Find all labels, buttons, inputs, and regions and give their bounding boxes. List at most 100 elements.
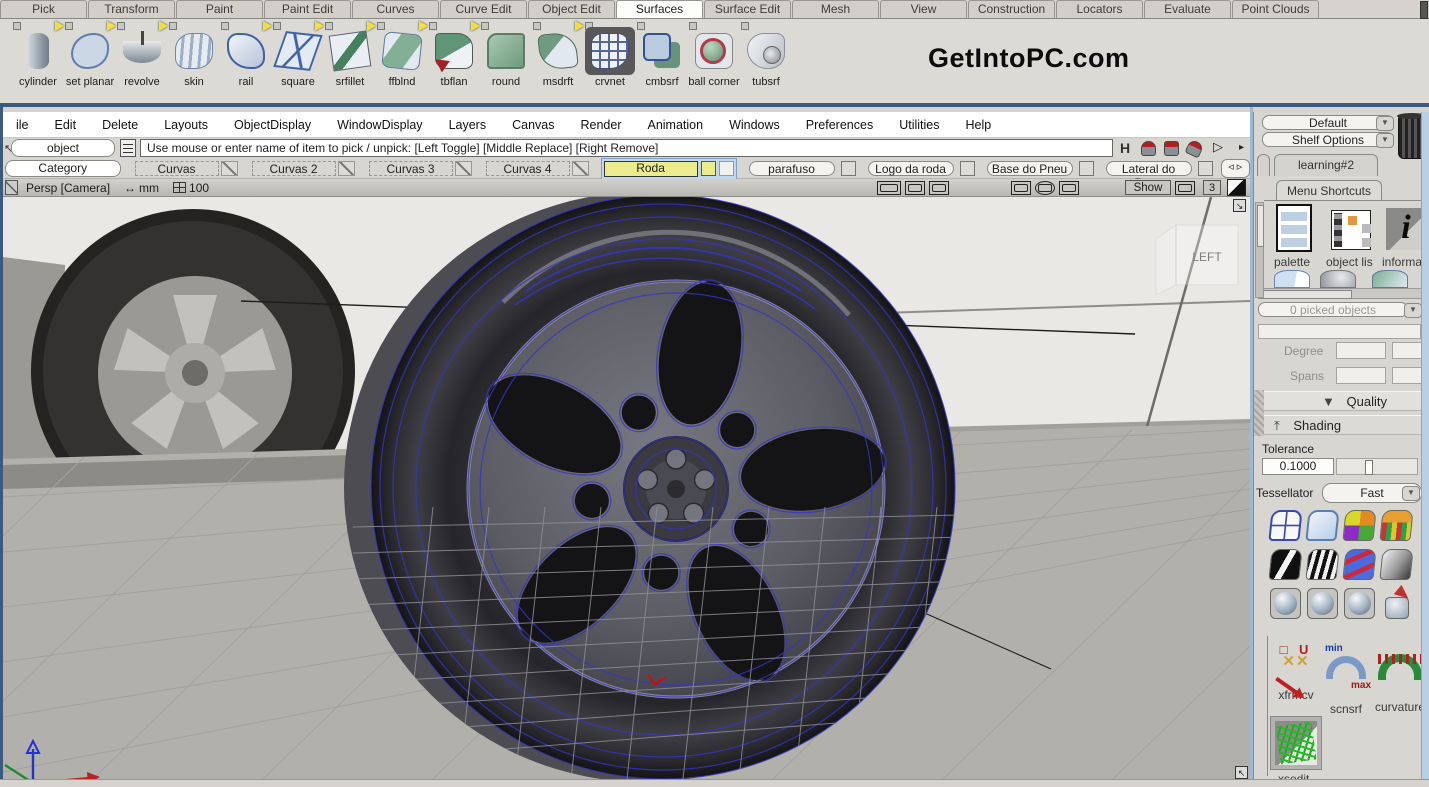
pick-component-magnet-icon[interactable] xyxy=(1185,139,1205,159)
layer-symmetry-icon[interactable] xyxy=(455,161,472,176)
shading-section-header[interactable]: ⤒ Shading xyxy=(1264,415,1424,435)
menu-item[interactable]: Canvas xyxy=(499,118,567,132)
tool-button[interactable]: revolve xyxy=(116,21,168,88)
shading-style-icon[interactable] xyxy=(1307,588,1338,619)
palette-tab[interactable]: Surface Edit xyxy=(704,0,791,18)
viewport-resize-tl-icon[interactable]: ↘ xyxy=(1233,199,1246,212)
spans-field-2[interactable] xyxy=(1392,367,1422,384)
shading-style-icon[interactable] xyxy=(1270,588,1301,619)
layer-symmetry-icon[interactable] xyxy=(338,161,355,176)
palette-tab[interactable]: Curve Edit xyxy=(440,0,527,18)
shelf-tab-learning[interactable]: learning#2 xyxy=(1274,154,1378,176)
shelf-tab-menu-shortcuts[interactable]: Menu Shortcuts xyxy=(1276,180,1382,201)
menu-item[interactable]: Help xyxy=(953,118,1005,132)
tolerance-input[interactable]: 0.1000 xyxy=(1262,458,1334,475)
wheel-model[interactable] xyxy=(344,197,963,779)
shelf-preset-dropdown[interactable]: Default xyxy=(1262,115,1394,130)
layer-tab[interactable]: parafuso xyxy=(749,161,835,176)
menu-item[interactable]: Edit xyxy=(42,118,90,132)
tool-button[interactable]: square xyxy=(272,21,324,88)
object-list-shortcut-icon[interactable] xyxy=(1331,210,1371,250)
shading-style-icon[interactable] xyxy=(1344,588,1375,619)
layer-nav-arrows[interactable]: ◃ ▹ xyxy=(1221,159,1250,178)
tool-xfrmcv[interactable]: □ U✕✕ xfrmcv xyxy=(1272,642,1320,702)
prompt-scroll-right-icon[interactable]: ▸ xyxy=(1239,142,1244,153)
options-chevron-down-icon[interactable]: ▼ xyxy=(1376,133,1394,148)
picked-objects-dropdown[interactable]: 0 picked objects xyxy=(1258,302,1408,317)
shading-style-icon[interactable] xyxy=(1305,510,1339,541)
palette-tab[interactable]: Surfaces xyxy=(616,0,703,18)
layer-toggle-box[interactable] xyxy=(841,161,856,176)
shortcut-hscrollbar[interactable] xyxy=(1258,288,1424,299)
tool-button[interactable]: cylinder xyxy=(12,21,64,88)
layer-count-button[interactable]: 3 xyxy=(1203,180,1221,195)
perspective-viewport[interactable]: LEFT ↘ xyxy=(3,197,1250,779)
name-field[interactable] xyxy=(1258,324,1421,339)
layer-tab[interactable]: Logo da roda xyxy=(868,161,954,176)
history-icon[interactable]: H xyxy=(1120,140,1130,156)
tool-button[interactable]: tbflan xyxy=(428,21,480,88)
panel-gutter-hatch[interactable] xyxy=(1254,390,1264,436)
shading-style-icon[interactable] xyxy=(1379,510,1413,541)
menu-item[interactable]: ile xyxy=(3,118,42,132)
twist-view-icon[interactable] xyxy=(1011,181,1031,195)
shading-style-icon[interactable] xyxy=(1342,510,1376,541)
palette-tab[interactable]: Pick xyxy=(0,0,87,18)
menu-item[interactable]: Windows xyxy=(716,118,793,132)
palette-tab[interactable]: Object Edit xyxy=(528,0,615,18)
zoom-box-icon[interactable] xyxy=(929,181,949,195)
active-layer-swatch[interactable] xyxy=(701,161,716,176)
layer-toggle-box[interactable] xyxy=(1079,161,1094,176)
layer-tab[interactable]: Curvas xyxy=(135,161,219,176)
menu-item[interactable]: Layouts xyxy=(151,118,221,132)
show-menu-button[interactable]: Show xyxy=(1125,180,1171,195)
pick-grid-magnet-icon[interactable] xyxy=(1164,141,1179,156)
viewport-resize-br-icon[interactable]: ↖ xyxy=(1235,766,1248,779)
tool-button[interactable]: skin xyxy=(168,21,220,88)
preset-chevron-down-icon[interactable]: ▼ xyxy=(1376,116,1394,131)
look-at-icon[interactable] xyxy=(1035,181,1055,195)
play-icon[interactable]: ▷ xyxy=(1213,139,1223,155)
tool-button[interactable]: tubsrf xyxy=(740,21,792,88)
tolerance-slider[interactable] xyxy=(1336,458,1418,475)
palette-tab[interactable]: Construction xyxy=(968,0,1055,18)
partial-surface-icon[interactable] xyxy=(1372,270,1408,288)
layer-symmetry-icon[interactable] xyxy=(221,161,238,176)
tool-xsedit[interactable] xyxy=(1270,716,1322,770)
layer-tab[interactable]: Curvas 2 xyxy=(252,161,336,176)
shading-style-icon[interactable] xyxy=(1342,549,1376,580)
degree-field-2[interactable] xyxy=(1392,342,1422,359)
tool-button[interactable]: set planar xyxy=(64,21,116,88)
promptline-history-icon[interactable] xyxy=(120,139,136,157)
palette-tab[interactable]: Evaluate xyxy=(1144,0,1231,18)
tool-button[interactable]: round xyxy=(480,21,532,88)
viewport-corner-icon[interactable] xyxy=(5,180,18,195)
layer-tab[interactable]: Curvas 3 xyxy=(369,161,453,176)
menu-item[interactable]: Utilities xyxy=(886,118,952,132)
active-layer-tab[interactable]: Roda xyxy=(604,161,698,177)
hidden-shelf-tab[interactable] xyxy=(1257,154,1270,176)
shading-style-icon[interactable] xyxy=(1268,549,1302,580)
menu-item[interactable]: Layers xyxy=(436,118,500,132)
category-button[interactable]: Category xyxy=(5,160,121,177)
pick-filter-dropdown[interactable]: object xyxy=(11,139,115,157)
shade-sphere-icon[interactable] xyxy=(1320,270,1356,288)
shading-style-icon[interactable] xyxy=(1379,549,1413,580)
panel-right-scroll-strip[interactable] xyxy=(1421,112,1429,787)
layer-symmetry-icon[interactable] xyxy=(572,161,589,176)
layer-tab[interactable]: Lateral do Pneu xyxy=(1106,161,1192,176)
tool-button[interactable]: ffblnd xyxy=(376,21,428,88)
check-curve-icon[interactable] xyxy=(1274,270,1310,288)
ruler-icon[interactable] xyxy=(1175,181,1195,195)
layer-toggle-box[interactable] xyxy=(1198,161,1213,176)
shading-style-icon[interactable] xyxy=(1305,549,1339,580)
tool-button[interactable]: msdrft xyxy=(532,21,584,88)
palette-tab[interactable]: Paint xyxy=(176,0,263,18)
palette-tab[interactable]: Locators xyxy=(1056,0,1143,18)
palette-tab[interactable]: Paint Edit xyxy=(264,0,351,18)
layer-tab[interactable]: Base do Pneu xyxy=(987,161,1073,176)
tessellator-chevron-down-icon[interactable]: ▼ xyxy=(1402,486,1420,501)
tab-scroll-handle[interactable] xyxy=(1420,1,1428,19)
palette-tab[interactable]: Mesh xyxy=(792,0,879,18)
prompt-input[interactable]: Use mouse or enter name of item to pick … xyxy=(140,139,1113,157)
